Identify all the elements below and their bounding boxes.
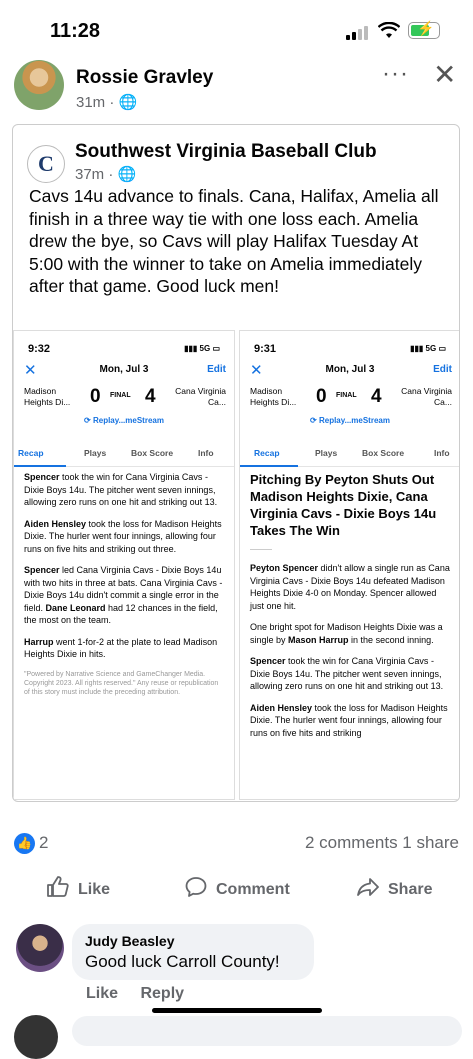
share-icon — [356, 875, 380, 905]
comment-icon — [184, 875, 208, 905]
post-meta: 31m · 🌐 — [76, 93, 137, 111]
author-avatar[interactable] — [14, 60, 64, 110]
tab-recap: Recap — [254, 448, 280, 458]
wifi-icon — [377, 21, 401, 44]
tab-box-score: Box Score — [362, 448, 405, 458]
team-right: Cana Virginia Ca... — [401, 386, 452, 407]
shot-edit: Edit — [207, 364, 226, 375]
club-logo[interactable]: C — [27, 145, 65, 183]
tab-recap: Recap — [18, 448, 44, 458]
shot-signal: ▮▮▮ 5G ▭ — [184, 344, 220, 353]
author-name[interactable]: Rossie Gravley — [76, 67, 213, 89]
shot-date: Mon, Jul 3 — [325, 364, 375, 375]
gamechanger-screenshot-left[interactable]: 9:32 ▮▮▮ 5G ▭ ✕ Mon, Jul 3 Edit Madison … — [13, 330, 235, 800]
team-right: Cana Virginia Ca... — [175, 386, 226, 407]
comment-bubble[interactable]: Judy Beasley Good luck Carroll County! — [72, 924, 314, 980]
shot-time: 9:32 — [28, 343, 51, 355]
like-reaction-icon[interactable]: 👍 — [14, 833, 35, 854]
replay-link: ⟳ Replay...meStream — [84, 416, 164, 425]
score-left: 0 — [316, 386, 327, 407]
commenter-name[interactable]: Judy Beasley — [85, 933, 175, 949]
shared-post[interactable]: C Southwest Virginia Baseball Club 37m ·… — [12, 124, 460, 802]
status-time: 11:28 — [50, 20, 101, 42]
comment-input[interactable] — [72, 1016, 462, 1046]
close-button[interactable]: ✕ — [433, 58, 456, 91]
tab-plays: Plays — [84, 448, 107, 458]
thumbs-up-icon — [46, 875, 70, 905]
shared-page-name[interactable]: Southwest Virginia Baseball Club — [75, 141, 377, 163]
cell-signal-icon — [346, 24, 372, 40]
game-status: FINAL — [110, 392, 131, 399]
reaction-count[interactable]: 2 — [39, 833, 48, 853]
commenter-avatar[interactable] — [16, 924, 64, 972]
team-left: Madison Heights Di... — [24, 386, 71, 407]
home-indicator — [152, 1008, 322, 1013]
team-left: Madison Heights Di... — [250, 386, 297, 407]
post-actions: Like Comment Share — [0, 870, 473, 910]
battery-icon: ⚡ — [408, 20, 440, 39]
shared-post-time: 37m — [75, 166, 105, 183]
attribution: "Powered by Narrative Science and GameCh… — [24, 670, 219, 696]
score-right: 4 — [371, 386, 382, 407]
shot-edit: Edit — [433, 364, 452, 375]
like-button[interactable]: Like — [46, 870, 110, 910]
recap-body: Spencer took the win for Cana Virginia C… — [24, 471, 226, 706]
comment-reply-button[interactable]: Reply — [140, 985, 184, 1002]
post-stats[interactable]: 2 comments 1 share — [305, 833, 459, 853]
score-right: 4 — [145, 386, 156, 407]
shot-tabs: Recap Plays Box Score Info — [240, 443, 459, 467]
comment-actions: Like Reply — [86, 985, 202, 1003]
tab-info: Info — [198, 448, 214, 458]
score-left: 0 — [90, 386, 101, 407]
shot-signal: ▮▮▮ 5G ▭ — [410, 344, 446, 353]
reaction-bar: 👍 2 2 comments 1 share — [14, 833, 459, 855]
post-time: 31m — [76, 94, 106, 111]
recap-body: Pitching By Peyton Shuts Out Madison Hei… — [250, 471, 452, 748]
tab-plays: Plays — [315, 448, 338, 458]
replay-link: ⟳ Replay...meStream — [310, 416, 390, 425]
shot-tabs: Recap Plays Box Score Info — [14, 443, 234, 467]
tab-info: Info — [434, 448, 450, 458]
shared-post-meta: 37m · 🌐 — [75, 165, 136, 183]
globe-icon: · 🌐 — [108, 166, 137, 183]
shot-time: 9:31 — [254, 343, 277, 355]
gamechanger-screenshot-right[interactable]: 9:31 ▮▮▮ 5G ▭ ✕ Mon, Jul 3 Edit Madison … — [239, 330, 459, 800]
post-text: Cavs 14u advance to finals. Cana, Halifa… — [29, 186, 439, 296]
comment-like-button[interactable]: Like — [86, 985, 118, 1002]
game-status: FINAL — [336, 392, 357, 399]
user-avatar — [14, 1015, 58, 1059]
comment-text: Good luck Carroll County! — [85, 952, 280, 971]
recap-headline: Pitching By Peyton Shuts Out Madison Hei… — [250, 472, 437, 538]
comment-button[interactable]: Comment — [184, 870, 290, 910]
more-options-button[interactable]: ··· — [382, 60, 409, 88]
share-button[interactable]: Share — [356, 870, 432, 910]
shot-date: Mon, Jul 3 — [99, 364, 149, 375]
tab-box-score: Box Score — [131, 448, 174, 458]
globe-icon: · 🌐 — [109, 94, 138, 111]
